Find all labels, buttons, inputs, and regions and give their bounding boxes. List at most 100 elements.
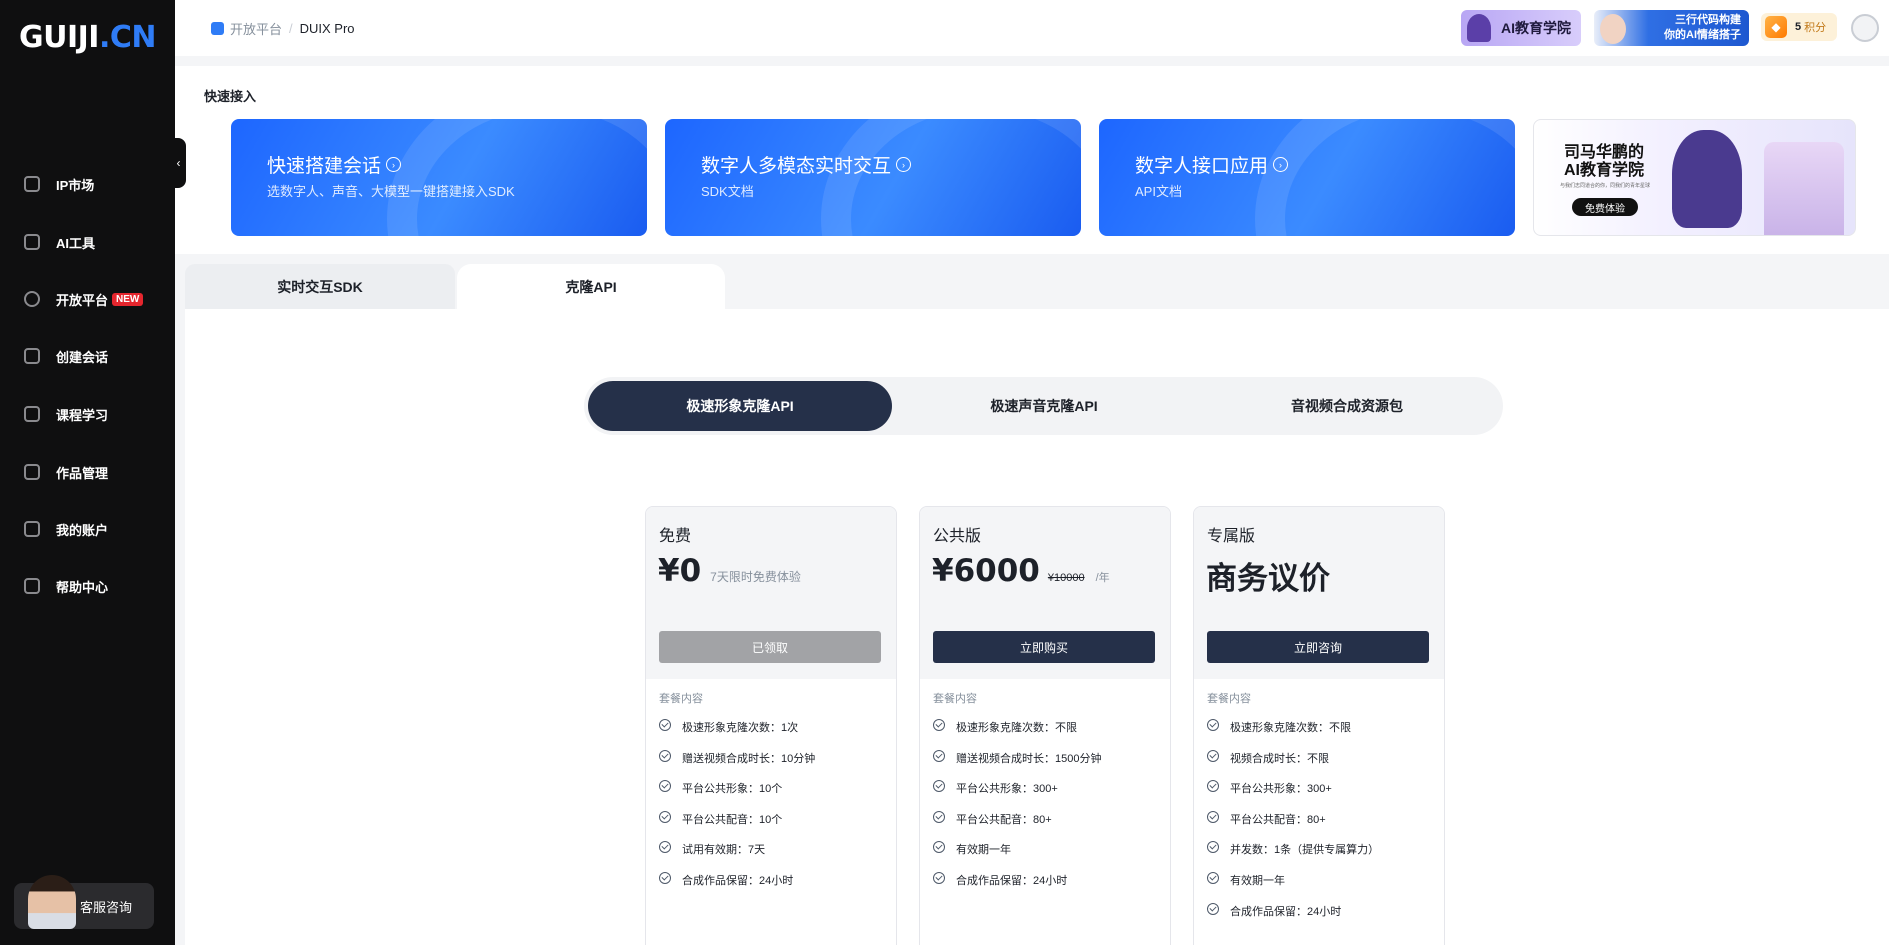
sidebar-item-open-platform[interactable]: 开放平台 NEW bbox=[24, 284, 144, 314]
multimodal-interaction-card[interactable]: 数字人多模态实时交互 › SDK文档 bbox=[665, 119, 1081, 236]
sidebar-item-label: AI工具 bbox=[56, 235, 96, 251]
breadcrumb: 开放平台 / DUIX Pro bbox=[211, 19, 355, 38]
points-value: 5 bbox=[1795, 21, 1802, 33]
sidebar-item-label: 作品管理 bbox=[56, 465, 109, 481]
feature-item: 平台公共形象：300+ bbox=[1207, 780, 1379, 811]
rocket-icon bbox=[24, 291, 40, 307]
feature-text: 合成作品保留：24小时 bbox=[1230, 905, 1342, 918]
segment-av-package[interactable]: 音视频合成资源包 bbox=[1195, 381, 1499, 431]
price-value: 商务议价 bbox=[1206, 561, 1330, 597]
logo[interactable]: GUIJI.CN bbox=[19, 20, 157, 55]
check-circle-icon bbox=[659, 841, 671, 854]
feature-text: 平台公共配音：80+ bbox=[1230, 813, 1326, 826]
customer-service-button[interactable]: 客服咨询 bbox=[14, 875, 154, 929]
claimed-button[interactable]: 已领取 bbox=[659, 631, 881, 663]
sidebar-item-create-chat[interactable]: 创建会话 bbox=[24, 341, 108, 371]
ai-academy-banner[interactable]: AI教育学院 bbox=[1461, 10, 1581, 46]
sidebar-collapse-button[interactable]: ‹ bbox=[171, 138, 186, 188]
arrow-right-icon: › bbox=[896, 157, 912, 172]
price-value: ¥0 bbox=[658, 553, 702, 589]
check-circle-icon bbox=[1207, 902, 1219, 915]
promo-title-line: 司马华鹏的 bbox=[1564, 144, 1645, 161]
feature-text: 有效期一年 bbox=[956, 844, 1011, 857]
feature-text: 极速形象克隆次数：1次 bbox=[682, 722, 799, 734]
breadcrumb-open-platform[interactable]: 开放平台 bbox=[230, 19, 282, 38]
feature-item: 极速形象克隆次数：不限 bbox=[933, 719, 1101, 750]
check-circle-icon bbox=[659, 719, 671, 731]
feature-text: 并发数：1条（提供专属算力） bbox=[1230, 844, 1380, 857]
feature-text: 试用有效期：7天 bbox=[682, 844, 766, 857]
plan-price: ¥0 7天限时免费体验 bbox=[658, 553, 801, 589]
product-segment-control: 极速形象克隆API 极速声音克隆API 音视频合成资源包 bbox=[584, 377, 1503, 435]
points-badge[interactable]: ◆ 5 积分 bbox=[1761, 13, 1837, 41]
wizard-illustration bbox=[1672, 130, 1742, 228]
tab-clone-api[interactable]: 克隆API bbox=[457, 264, 725, 309]
feature-item: 极速形象克隆次数：不限 bbox=[1207, 719, 1379, 750]
arrow-right-icon: › bbox=[1273, 157, 1289, 172]
sidebar-item-account[interactable]: 我的账户 bbox=[24, 514, 108, 544]
feature-text: 平台公共形象：300+ bbox=[956, 783, 1058, 796]
main-tabs: 实时交互SDK 克隆API bbox=[185, 264, 1889, 309]
feature-list: 极速形象克隆次数：1次 赠送视频合成时长：10分钟 平台公共形象：10个 平台公… bbox=[659, 719, 815, 903]
plan-card-exclusive: 专属版 商务议价 立即咨询 套餐内容 极速形象克隆次数：不限 视频合成时长：不限… bbox=[1193, 506, 1445, 945]
arrow-right-icon: › bbox=[386, 157, 402, 172]
course-icon bbox=[24, 406, 40, 422]
check-circle-icon bbox=[1207, 841, 1219, 854]
segment-avatar-clone[interactable]: 极速形象克隆API bbox=[588, 381, 892, 431]
sidebar-item-label: 我的账户 bbox=[56, 522, 109, 538]
top-bar: 开放平台 / DUIX Pro AI教育学院 三行代码构建 你的AI情绪搭子 ◆ 5… bbox=[175, 0, 1889, 56]
feature-text: 视频合成时长：不限 bbox=[1230, 752, 1329, 765]
feature-text: 平台公共形象：10个 bbox=[682, 783, 783, 796]
help-icon bbox=[24, 578, 40, 594]
works-icon bbox=[24, 464, 40, 480]
feature-text: 平台公共配音：80+ bbox=[956, 813, 1052, 826]
feature-text: 有效期一年 bbox=[1230, 874, 1285, 887]
segment-voice-clone[interactable]: 极速声音克隆API bbox=[892, 381, 1196, 431]
feature-text: 赠送视频合成时长：10分钟 bbox=[682, 752, 816, 765]
tab-realtime-sdk[interactable]: 实时交互SDK bbox=[185, 264, 455, 309]
academy-promo-banner[interactable]: 司马华鹏的 AI教育学院 与我们志同道合的你，同我们的青年星球 免费体验 bbox=[1533, 119, 1856, 236]
sidebar: GUIJI.CN IP市场 AI工具 开放平台 NEW 创建会话 课程学习 作品管… bbox=[0, 0, 175, 945]
user-avatar-icon[interactable] bbox=[1851, 14, 1879, 42]
feature-item: 平台公共配音：80+ bbox=[1207, 810, 1379, 842]
quick-build-chat-card[interactable]: 快速搭建会话 › 选数字人、声音、大模型一键搭建接入SDK bbox=[231, 119, 647, 236]
store-icon bbox=[24, 176, 40, 192]
check-circle-icon bbox=[933, 780, 945, 793]
breadcrumb-separator: / bbox=[289, 21, 293, 36]
chat-icon bbox=[24, 348, 40, 364]
consult-now-button[interactable]: 立即咨询 bbox=[1207, 631, 1429, 663]
castle-illustration bbox=[1764, 142, 1844, 235]
sidebar-item-works[interactable]: 作品管理 bbox=[24, 457, 108, 487]
account-icon bbox=[24, 521, 40, 537]
sidebar-item-label: 创建会话 bbox=[56, 349, 109, 365]
sidebar-item-help[interactable]: 帮助中心 bbox=[24, 571, 108, 601]
check-circle-icon bbox=[659, 871, 671, 884]
feature-item: 并发数：1条（提供专属算力） bbox=[1207, 841, 1379, 872]
feature-item: 合成作品保留：24小时 bbox=[933, 871, 1101, 903]
quick-access-title: 快速接入 bbox=[204, 89, 257, 104]
feature-item: 平台公共配音：80+ bbox=[933, 810, 1101, 842]
quick-access-section: 快速接入 快速搭建会话 › 选数字人、声音、大模型一键搭建接入SDK 数字人多模态… bbox=[175, 66, 1889, 254]
emotion-partner-banner[interactable]: 三行代码构建 你的AI情绪搭子 bbox=[1594, 10, 1749, 46]
feature-text: 平台公共形象：300+ bbox=[1230, 783, 1332, 796]
check-circle-icon bbox=[1207, 871, 1219, 884]
points-unit: 积分 bbox=[1804, 22, 1827, 34]
feature-item: 有效期一年 bbox=[1207, 871, 1379, 903]
feature-item: 视频合成时长：不限 bbox=[1207, 749, 1379, 781]
sidebar-item-ip-market[interactable]: IP市场 bbox=[24, 169, 94, 199]
buy-now-button[interactable]: 立即购买 bbox=[933, 631, 1155, 663]
plan-card-free: 免费 ¥0 7天限时免费体验 已领取 套餐内容 极速形象克隆次数：1次 赠送视频… bbox=[645, 506, 897, 945]
check-circle-icon bbox=[1207, 780, 1219, 793]
breadcrumb-current: DUIX Pro bbox=[299, 21, 355, 36]
api-application-card[interactable]: 数字人接口应用 › API文档 bbox=[1099, 119, 1515, 236]
features-label: 套餐内容 bbox=[1207, 693, 1251, 705]
platform-icon bbox=[211, 22, 224, 35]
plan-name: 公共版 bbox=[933, 528, 982, 545]
sidebar-item-ai-tools[interactable]: AI工具 bbox=[24, 227, 95, 257]
features-label: 套餐内容 bbox=[659, 693, 703, 705]
original-price: ¥10000 bbox=[1047, 572, 1085, 584]
free-trial-button[interactable]: 免费体验 bbox=[1572, 198, 1638, 216]
gem-icon: ◆ bbox=[1765, 16, 1787, 38]
feature-item: 平台公共配音：10个 bbox=[659, 810, 815, 842]
sidebar-item-course[interactable]: 课程学习 bbox=[24, 399, 108, 429]
